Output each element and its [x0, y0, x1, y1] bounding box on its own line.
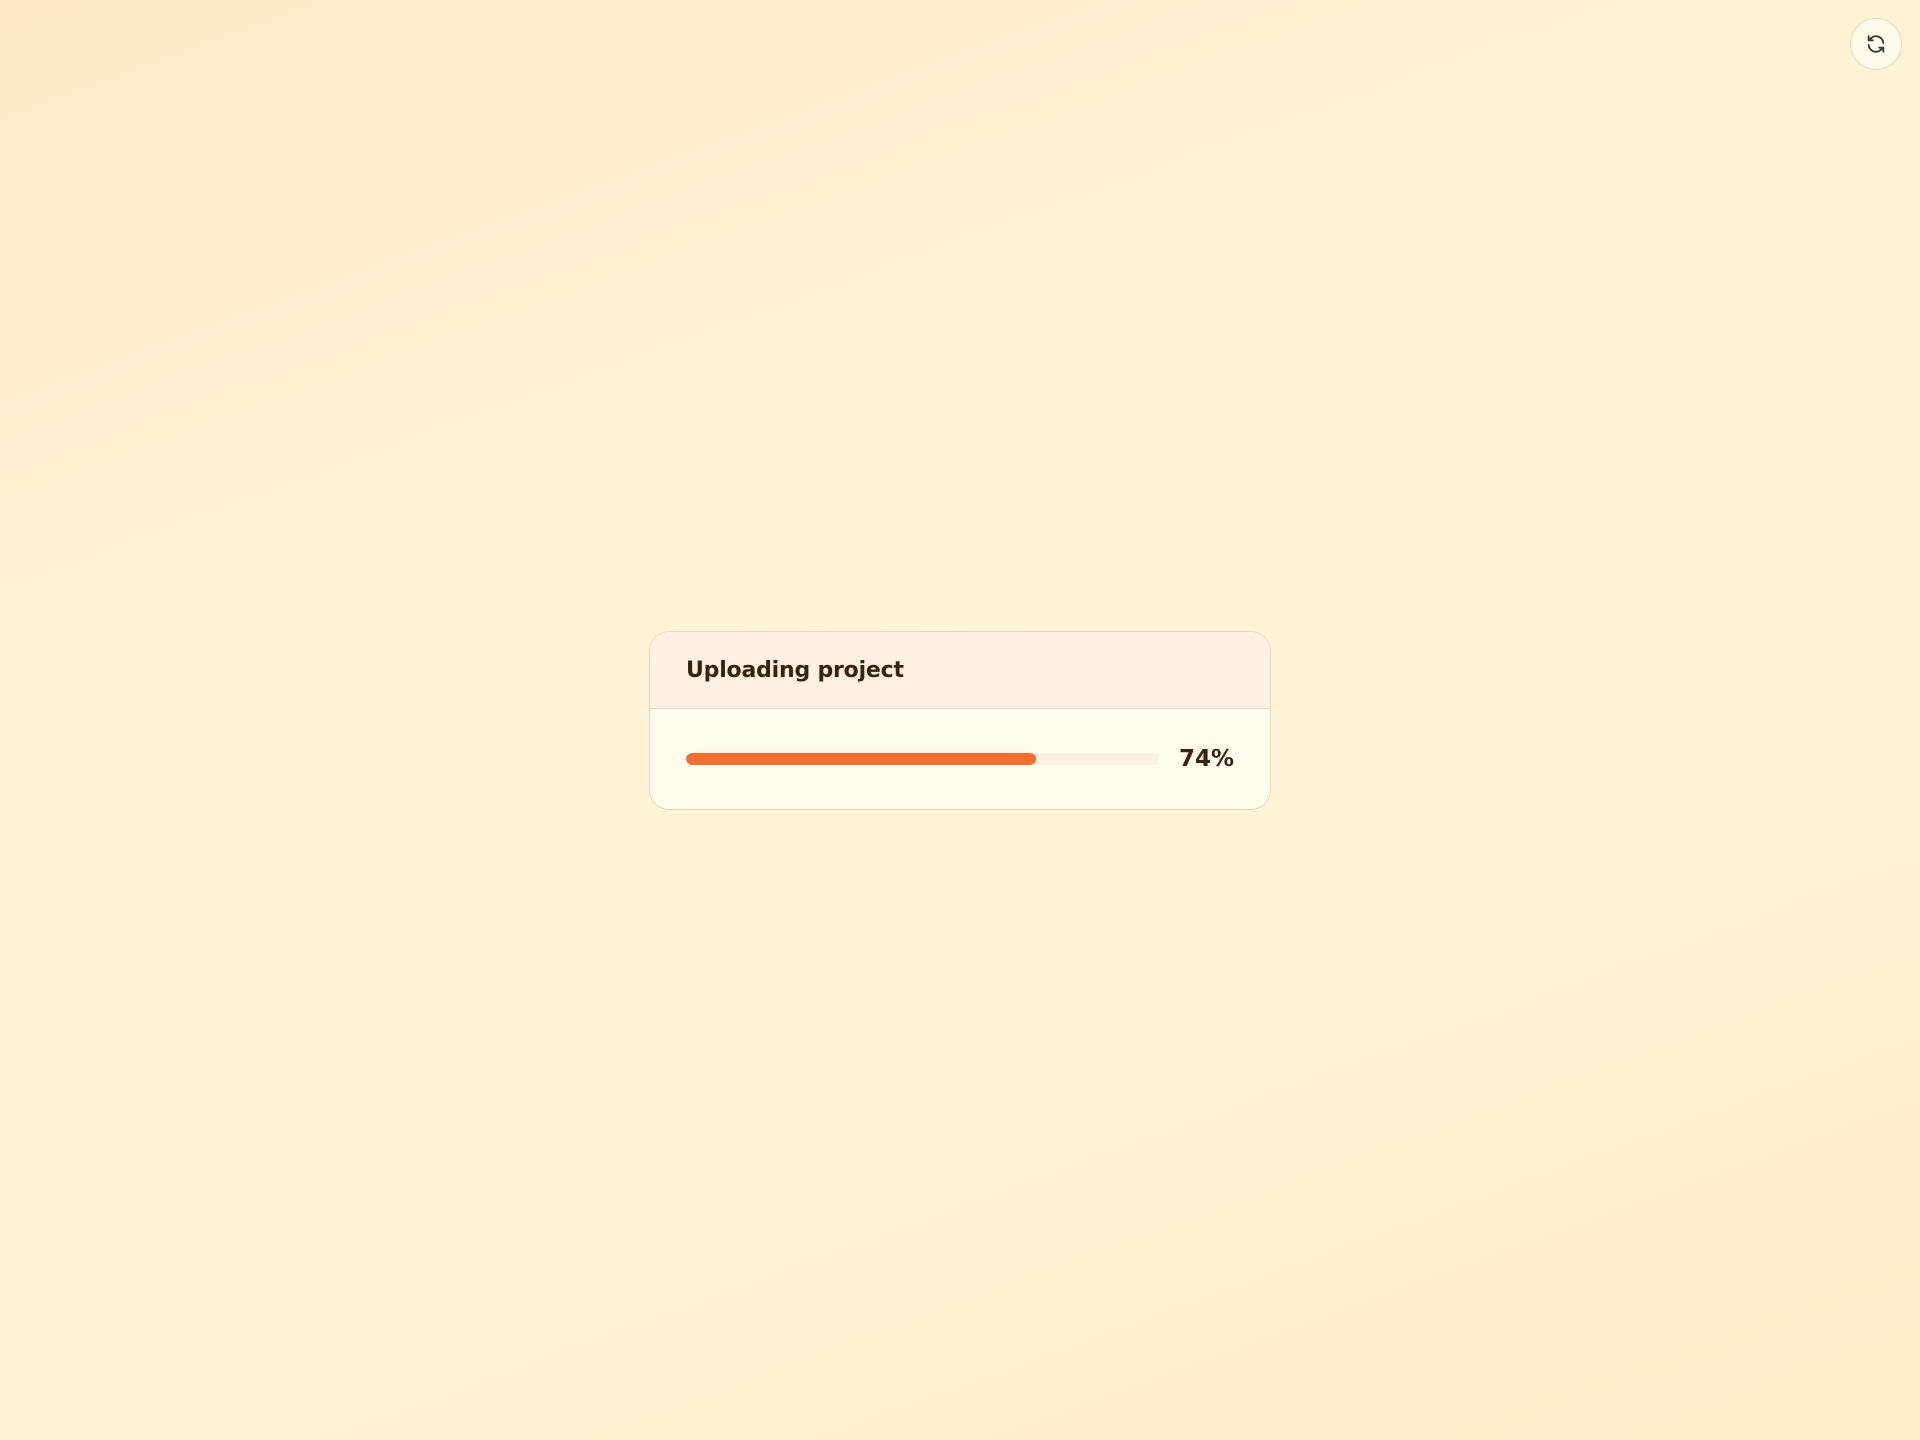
progress-percentage: 74%	[1178, 746, 1234, 772]
upload-progress-card: Uploading project 74%	[649, 631, 1271, 810]
refresh-button[interactable]	[1850, 18, 1902, 70]
upload-title: Uploading project	[686, 657, 904, 683]
refresh-icon	[1864, 32, 1888, 56]
card-header: Uploading project	[650, 632, 1270, 709]
progress-bar	[686, 753, 1159, 765]
progress-bar-fill	[686, 753, 1037, 765]
card-body: 74%	[650, 709, 1270, 809]
